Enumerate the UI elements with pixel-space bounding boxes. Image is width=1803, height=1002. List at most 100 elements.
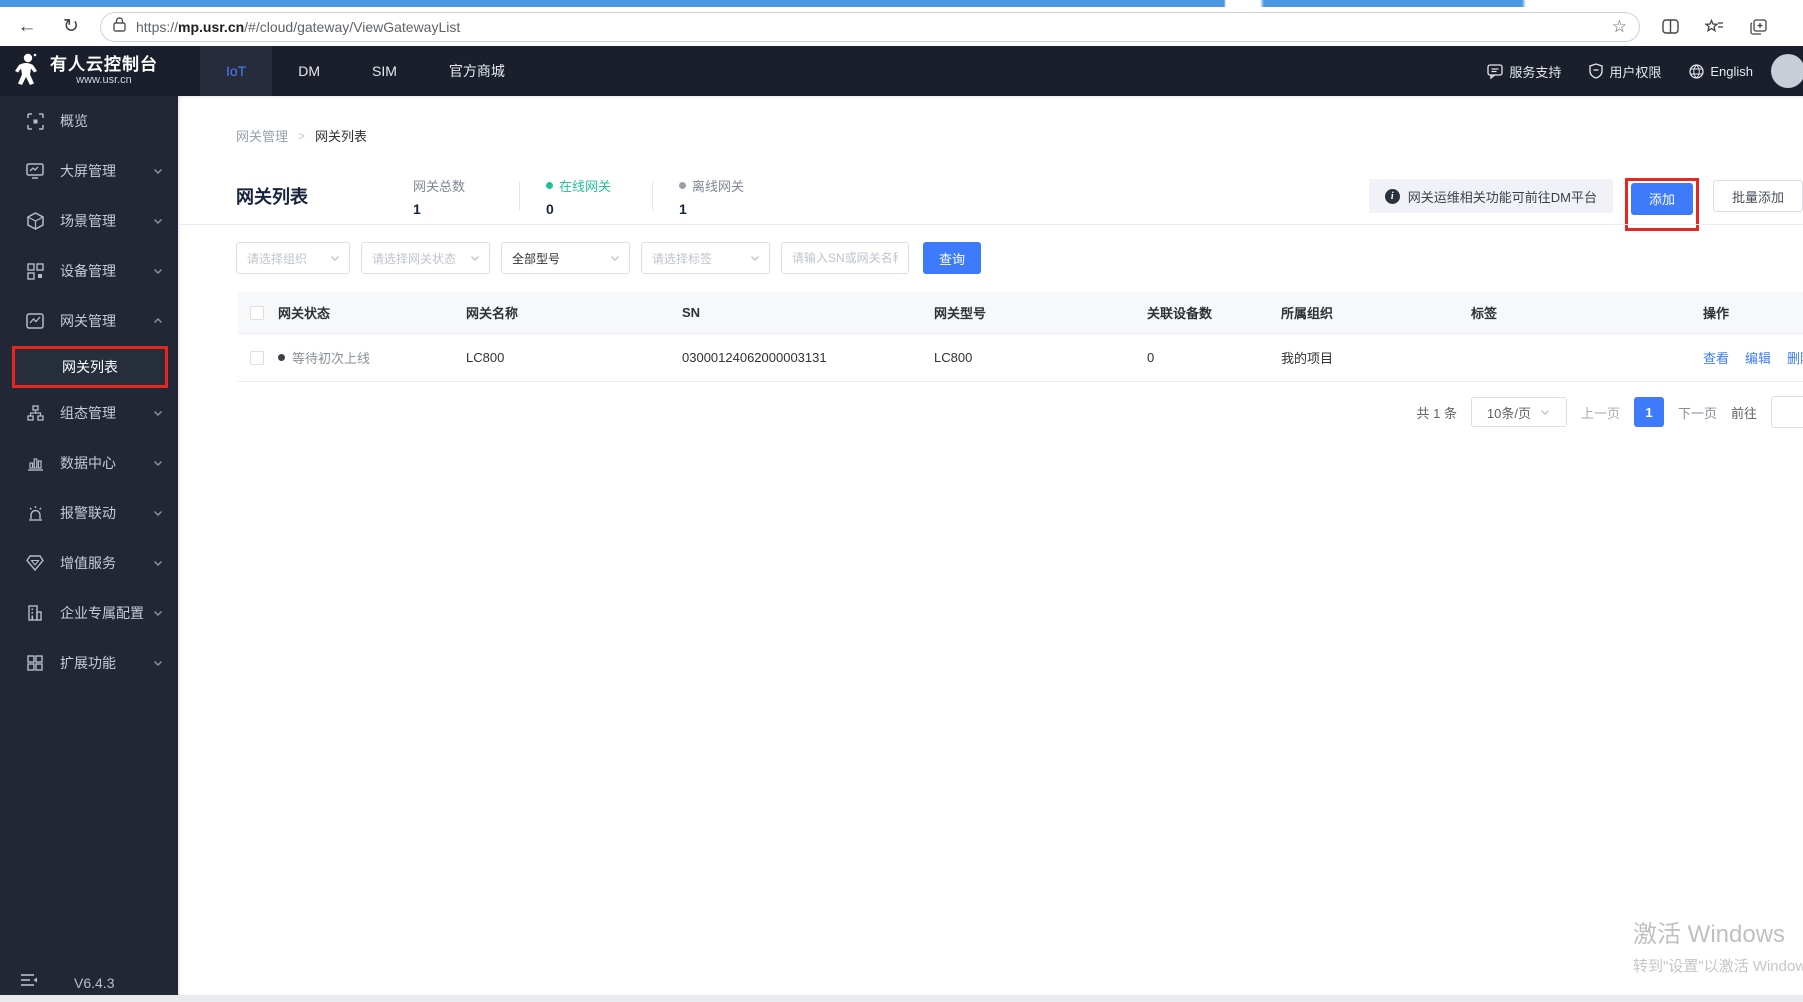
sidebar-item-scene-mgmt[interactable]: 场景管理 [0, 196, 178, 246]
user-avatar[interactable] [1771, 54, 1803, 88]
view-link[interactable]: 查看 [1703, 348, 1729, 367]
url-text[interactable]: https://mp.usr.cn/#/cloud/gateway/ViewGa… [136, 19, 1612, 35]
tab-mall[interactable]: 官方商城 [423, 46, 531, 96]
favorites-bar-icon[interactable] [1704, 18, 1724, 35]
page-size-select[interactable]: 10条/页 [1470, 397, 1567, 427]
next-page-button[interactable]: 下一页 [1678, 403, 1717, 422]
gateway-table: 网关状态 网关名称 SN 网关型号 关联设备数 所属组织 标签 操作 等待初次上… [238, 292, 1803, 382]
divider [178, 224, 1803, 225]
favorite-star-icon[interactable]: ☆ [1612, 17, 1627, 37]
model-select[interactable]: 全部型号 [501, 242, 630, 274]
sidebar-item-value-added[interactable]: 增值服务 [0, 538, 178, 588]
search-button[interactable]: 查询 [923, 242, 982, 274]
usr-person-icon [12, 52, 42, 91]
breadcrumb: 网关管理 > 网关列表 [236, 126, 367, 145]
tab-iot[interactable]: IoT [200, 46, 273, 96]
tag-select[interactable]: 请选择标签 [641, 242, 770, 274]
building-icon [26, 604, 44, 622]
sidebar-item-data-center[interactable]: 数据中心 [0, 438, 178, 488]
breadcrumb-separator-icon: > [298, 128, 306, 143]
browser-reload-button[interactable]: ↻ [54, 12, 88, 42]
tab-dm[interactable]: DM [272, 46, 346, 96]
support-menu[interactable]: 服务支持 [1477, 62, 1571, 81]
chevron-down-icon [154, 611, 162, 616]
shield-icon [1589, 63, 1603, 79]
chevron-down-icon [1540, 410, 1549, 415]
top-nav-tabs: IoT DM SIM 官方商城 [200, 46, 531, 96]
screen-icon [26, 162, 44, 180]
sidebar-item-screen-mgmt[interactable]: 大屏管理 [0, 146, 178, 196]
gateway-chart-icon [26, 312, 44, 330]
chevron-down-icon [154, 169, 162, 174]
sidebar-item-alarm-linkage[interactable]: 报警联动 [0, 488, 178, 538]
device-grid-icon [26, 262, 44, 280]
table-header-row: 网关状态 网关名称 SN 网关型号 关联设备数 所属组织 标签 操作 [238, 292, 1803, 334]
app-logo[interactable]: 有人云控制台 www.usr.cn [0, 46, 178, 96]
stat-total: 网关总数 1 [413, 178, 466, 217]
address-bar[interactable]: https://mp.usr.cn/#/cloud/gateway/ViewGa… [100, 11, 1640, 42]
browser-back-button[interactable]: ← [10, 12, 44, 42]
collections-icon[interactable] [1750, 18, 1767, 35]
row-actions: 查看 编辑 删除 [1703, 348, 1803, 367]
chevron-down-icon [611, 256, 619, 261]
split-screen-icon[interactable] [1662, 19, 1679, 34]
sidebar-item-overview[interactable]: 概览 [0, 96, 178, 146]
chat-icon [1487, 63, 1503, 79]
info-icon: i [1384, 188, 1400, 204]
logo-subtitle: www.usr.cn [76, 74, 132, 86]
gem-icon [26, 554, 44, 572]
prev-page-button[interactable]: 上一页 [1581, 403, 1620, 422]
pagination: 共 1 条 10条/页 上一页 1 下一页 前往 [1416, 396, 1803, 428]
page-1-button[interactable]: 1 [1633, 397, 1664, 427]
sidebar-collapse-icon[interactable] [20, 973, 38, 992]
sidebar-item-device-mgmt[interactable]: 设备管理 [0, 246, 178, 296]
sidebar-item-gateway-mgmt[interactable]: 网关管理 [0, 296, 178, 346]
browser-tab-strip [0, 0, 1803, 7]
sidebar-item-gateway-list-active[interactable]: 网关列表 [12, 346, 168, 388]
tab-sim[interactable]: SIM [346, 46, 423, 96]
table-row: 等待初次上线 LC800 03000124062000003131 LC800 … [238, 334, 1803, 382]
chevron-down-icon [154, 411, 162, 416]
gateway-model-cell: LC800 [934, 350, 973, 365]
sidebar-item-enterprise-config[interactable]: 企业专属配置 [0, 588, 178, 638]
logo-title: 有人云控制台 [50, 55, 158, 74]
bar-chart-icon [26, 454, 44, 472]
windows-activation-watermark: 激活 Windows 转到"设置"以激活 Windows [1633, 921, 1803, 975]
app-top-nav: 有人云控制台 www.usr.cn IoT DM SIM 官方商城 服务支持 用… [0, 46, 1803, 96]
org-select[interactable]: 请选择组织 [236, 242, 350, 274]
chevron-down-icon [154, 219, 162, 224]
sn-search-input[interactable] [781, 242, 909, 274]
language-menu[interactable]: English [1679, 64, 1763, 79]
goto-page-input[interactable] [1771, 396, 1803, 428]
hierarchy-icon [26, 404, 44, 422]
row-checkbox[interactable] [250, 350, 264, 365]
gateway-stats: 网关总数 1 在线网关 0 离线网关 1 [413, 176, 775, 217]
chevron-down-icon [154, 661, 162, 666]
edit-link[interactable]: 编辑 [1745, 348, 1771, 367]
main-content: 网关管理 > 网关列表 网关列表 网关总数 1 在线网关 0 离线网关 1 i [178, 96, 1803, 995]
filter-row: 请选择组织 请选择网关状态 全部型号 请选择标签 查询 [236, 242, 982, 274]
breadcrumb-parent[interactable]: 网关管理 [236, 126, 288, 145]
status-dot-icon [278, 354, 285, 361]
chevron-up-icon [154, 318, 162, 323]
page-title: 网关列表 [236, 187, 308, 207]
select-all-checkbox[interactable] [250, 305, 264, 320]
globe-icon [1689, 63, 1705, 79]
sidebar-item-extensions[interactable]: 扩展功能 [0, 638, 178, 688]
sidebar-item-config-mgmt[interactable]: 组态管理 [0, 388, 178, 438]
add-gateway-button[interactable]: 添加 [1630, 182, 1693, 215]
delete-link[interactable]: 删除 [1787, 348, 1803, 367]
sidebar: 概览 大屏管理 场景管理 设备管理 网关管理 网关列表 组态管理 数据中心 报警… [0, 96, 178, 1002]
chevron-down-icon [471, 256, 479, 261]
gateway-status-select[interactable]: 请选择网关状态 [361, 242, 490, 274]
device-count-cell: 0 [1147, 350, 1155, 365]
goto-label: 前往 [1730, 405, 1757, 421]
overview-icon [26, 112, 44, 130]
permission-menu[interactable]: 用户权限 [1579, 62, 1671, 81]
chevron-down-icon [154, 269, 162, 274]
batch-add-button[interactable]: 批量添加 [1712, 180, 1803, 212]
stat-offline: 离线网关 1 [679, 178, 745, 217]
org-cell: 我的项目 [1281, 351, 1334, 366]
chevron-down-icon [331, 256, 339, 261]
breadcrumb-current: 网关列表 [315, 129, 368, 144]
